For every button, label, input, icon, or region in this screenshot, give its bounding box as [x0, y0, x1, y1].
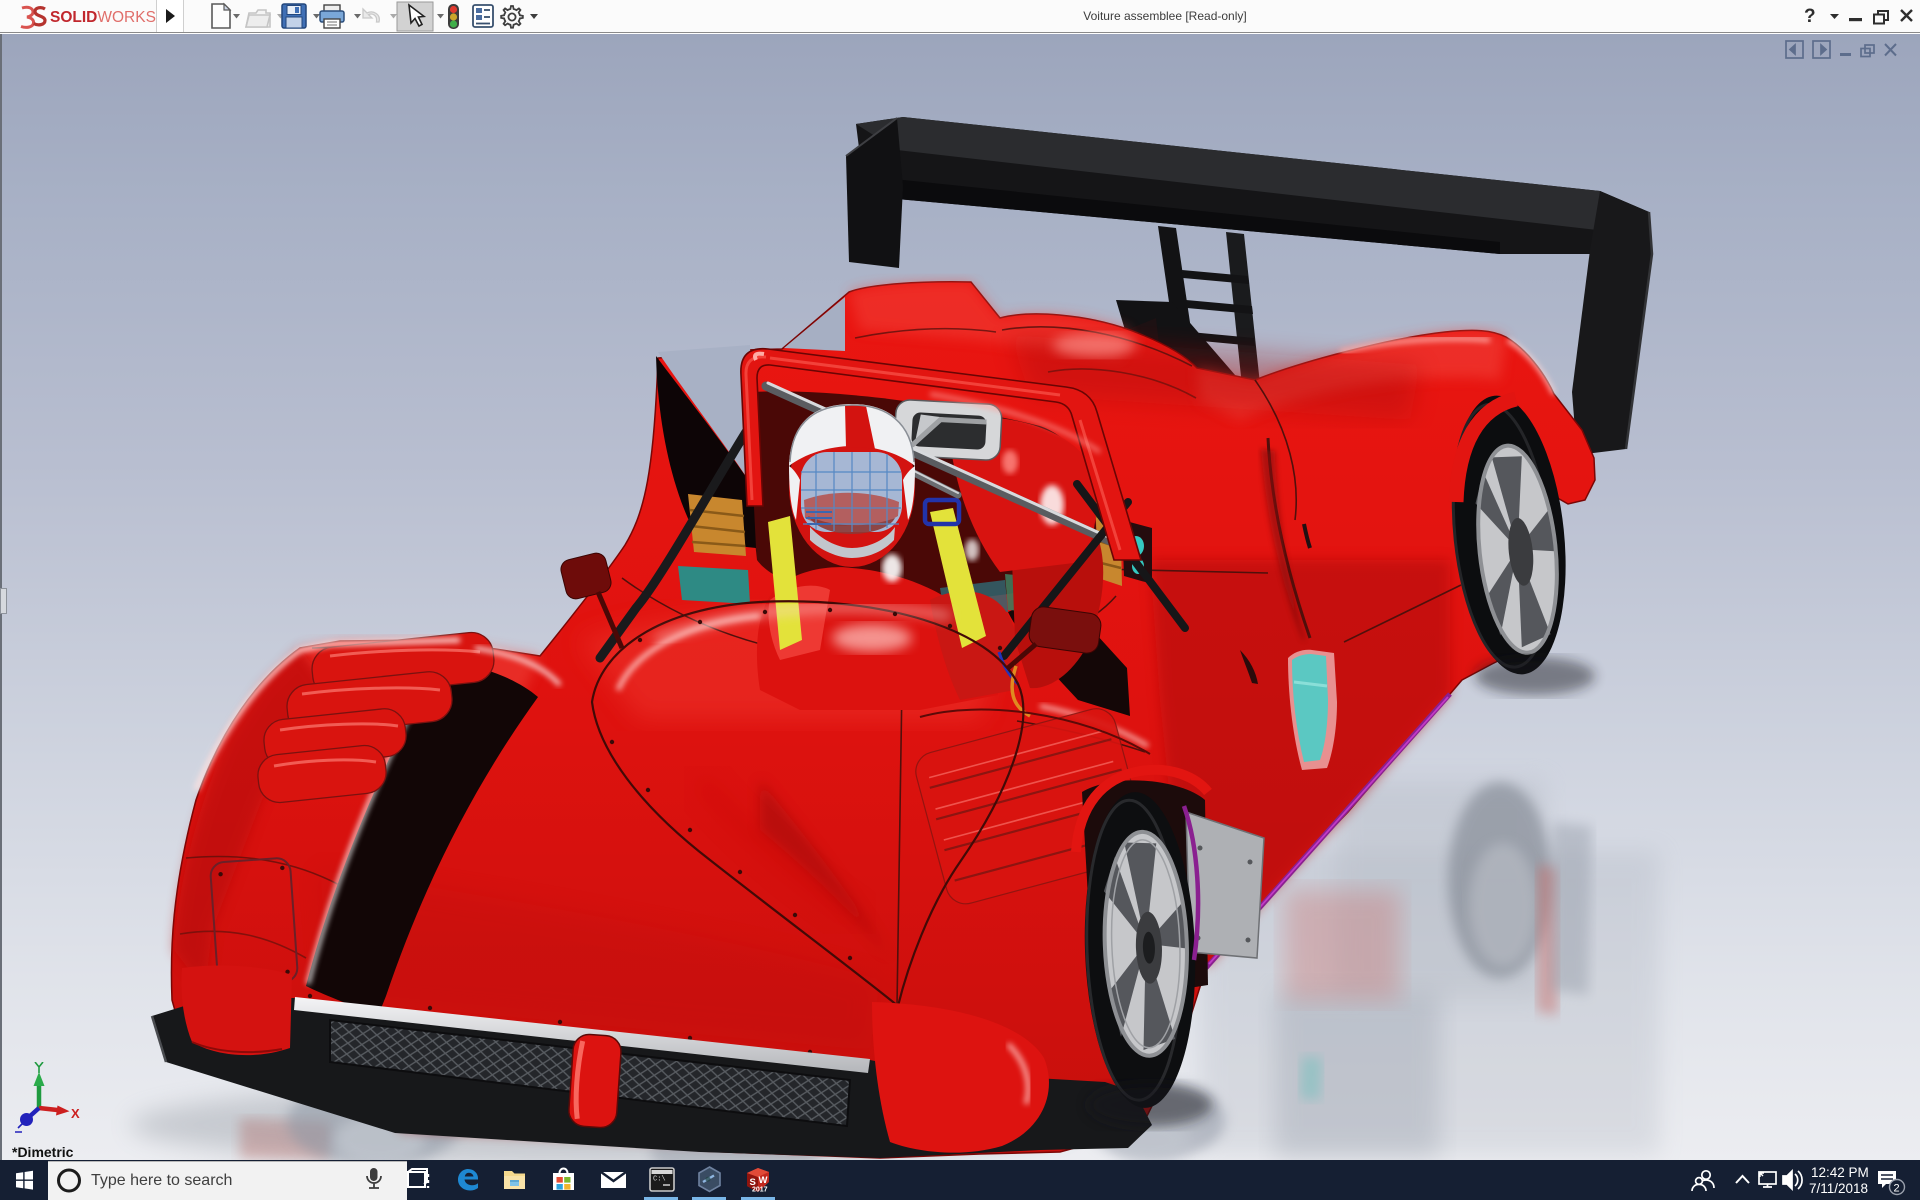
svg-text:SOLIDWORKS: SOLIDWORKS — [50, 9, 156, 26]
svg-text:C:\: C:\ — [653, 1176, 666, 1184]
svg-text:2017: 2017 — [752, 1187, 768, 1194]
svg-text:7/11/2018: 7/11/2018 — [1809, 1181, 1868, 1196]
svg-text:X: X — [71, 1106, 80, 1121]
svg-text:?: ? — [1804, 6, 1816, 27]
svg-text:12:42 PM: 12:42 PM — [1811, 1165, 1869, 1180]
svg-text:2: 2 — [1894, 1183, 1900, 1195]
svg-text:W: W — [759, 1175, 768, 1186]
